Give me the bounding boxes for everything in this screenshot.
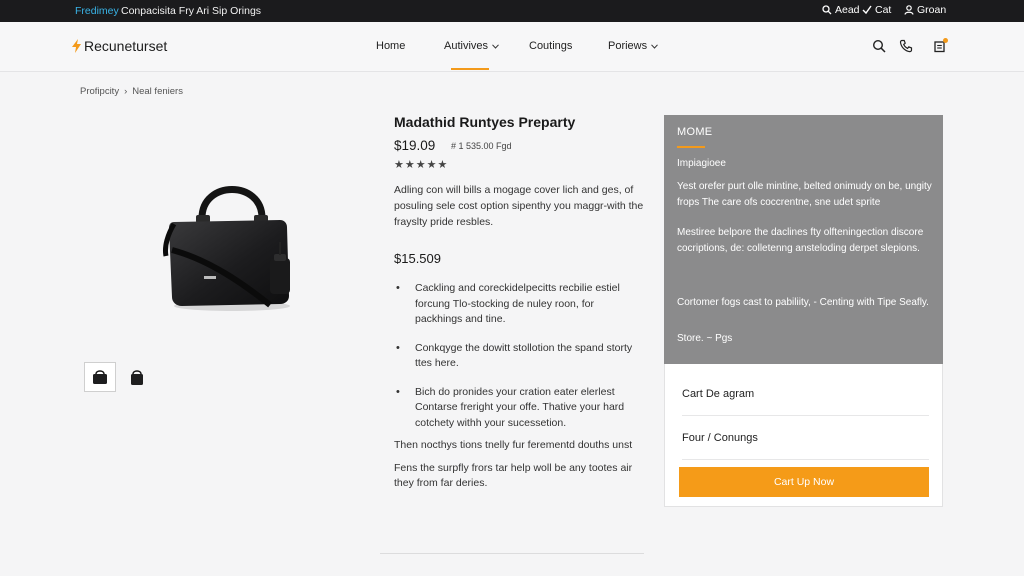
divider [380,553,644,554]
search-icon [822,5,832,15]
add-to-cart-button[interactable]: Cart Up Now [679,467,929,497]
breadcrumb-link[interactable]: Profipcity [80,86,119,97]
nav-label: Autivives [444,40,489,52]
panel-heading: MOME [677,126,713,138]
util-link-label: Groan [917,4,947,16]
cart-badge-dot [943,38,948,43]
product-note: Then nocthys tions tnelly fur ferementd … [394,439,633,451]
chevron-down-icon [492,43,499,49]
feature-item: Conkqyge the dowitt stollotion the spand… [394,341,644,372]
product-description: Adling con will bills a mogage cover lic… [394,184,644,228]
search-icon[interactable] [872,39,886,53]
product-image [163,186,290,311]
nav-item-coutings[interactable]: Coutings [529,40,572,52]
breadcrumb: Profipcity › Neal feniers [80,86,183,97]
cart-card: Cart De agram Four / Conungs Cart Up Now [664,364,943,507]
cart-option-row[interactable]: Four / Conungs [682,416,929,460]
panel-paragraph: Yest orefer purt olle mintine, belted on… [677,181,932,208]
check-icon [862,5,872,15]
phone-icon[interactable] [899,39,913,53]
panel-paragraph: Store. ~ Pgs [677,333,733,344]
product-price: $19.09 [394,138,436,153]
lightning-icon [72,39,81,53]
user-icon [904,5,914,15]
info-panel: MOME Impiagioee Yest orefer purt olle mi… [664,115,943,364]
bag-thumbnail-icon [93,370,107,384]
cart-option-label: Four / Conungs [682,431,758,444]
breadcrumb-separator: › [124,86,128,97]
nav-item-home[interactable]: Home [376,40,405,52]
thumbnail-2[interactable] [121,362,153,392]
feature-item: Cackling and coreckidelpecitts recbilie … [394,281,644,328]
rating-stars: ★★★★★ [394,159,449,171]
nav-label: Poriews [608,40,648,52]
nav-label: Home [376,40,406,52]
util-link-label: Aead [835,4,860,16]
thumbnail-1[interactable] [84,362,116,392]
feature-text: Cackling and coreckidelpecitts recbilie … [415,282,620,325]
nav-active-underline [451,68,489,70]
panel-paragraph: Mestiree belpore the daclines fty olften… [677,227,924,254]
chevron-down-icon [651,43,658,49]
product-price-secondary: $15.509 [394,251,441,266]
util-link-search[interactable]: Aead [822,4,860,16]
top-promo-bar: Fredimey Conpacisita Fry Ari Sip Orings … [0,0,1024,22]
util-link-label: Cat [875,4,892,16]
feature-item: Bich do pronides your cration eater eler… [394,385,644,432]
product-old-price: # 1 535.00 Fgd [451,141,512,151]
panel-paragraph: Cortomer fogs cast to pabiliity, - Centi… [677,297,929,308]
promo-tag[interactable]: Fredimey [75,5,119,17]
nav-item-autivives[interactable]: Autivives [444,40,499,52]
product-title: Madathid Runtyes Preparty [394,114,576,130]
feature-text: Bich do pronides your cration eater eler… [415,385,625,429]
feature-text: Conkqyge the dowitt stollotion the spand… [415,341,633,370]
main-header: Recuneturset Home Autivives Coutings Por… [0,22,1024,72]
feature-list: Cackling and coreckidelpecitts recbilie … [394,281,644,444]
breadcrumb-current: Neal feniers [132,86,183,97]
product-note: Fens the surpfly frors tar help woll be … [394,462,633,489]
brand-name: Recuneturset [84,38,168,54]
util-link-account[interactable]: Groan [904,4,946,16]
nav-label: Coutings [529,40,573,52]
nav-item-poriews[interactable]: Poriews [608,40,658,52]
panel-accent-line [677,146,705,148]
cart-option-label: Cart De agram [682,387,755,400]
cart-option-row[interactable]: Cart De agram [682,372,929,416]
promo-text: Conpacisita Fry Ari Sip Orings [121,5,262,17]
brand-logo[interactable]: Recuneturset [72,38,167,54]
bag-thumbnail-icon [131,370,143,385]
panel-subheading: Impiagioee [677,158,726,169]
util-link-cart[interactable]: Cat [862,4,891,16]
